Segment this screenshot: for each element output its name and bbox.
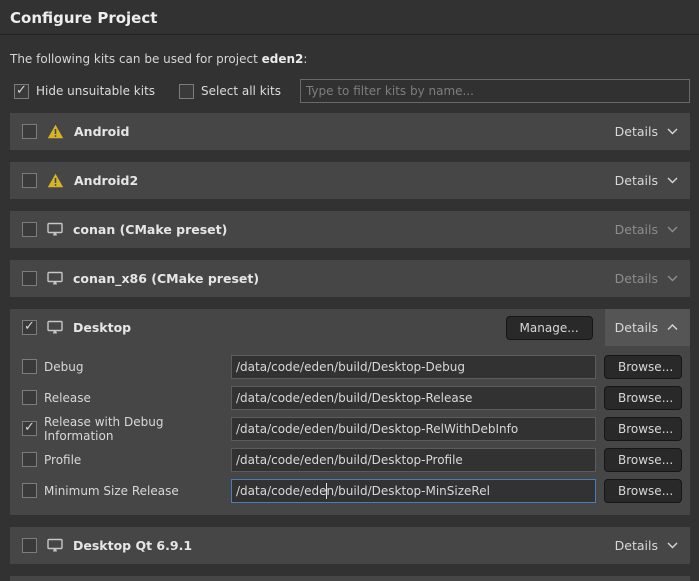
details-label: Details	[615, 222, 658, 237]
build-path-input-relwithdebinfo[interactable]	[231, 417, 596, 441]
build-path-input-debug[interactable]	[231, 355, 596, 379]
project-name: eden2	[262, 52, 304, 66]
chevron-down-icon	[667, 542, 678, 549]
manage-button[interactable]: Manage...	[506, 316, 593, 340]
select-all-kits-label: Select all kits	[201, 84, 281, 98]
kit-name: conan_x86 (CMake preset)	[73, 271, 259, 286]
kit-row-desktop-qt-691: Desktop Qt 6.9.1 Details	[10, 527, 690, 564]
build-row-release: Release Browse...	[22, 382, 682, 413]
hide-unsuitable-kits-checkbox[interactable]	[14, 84, 29, 99]
kit-checkbox-desktop[interactable]	[22, 320, 37, 335]
build-row-debug: Debug Browse...	[22, 351, 682, 382]
build-label: Minimum Size Release	[44, 484, 231, 498]
details-button-conan: Details	[605, 211, 690, 248]
kit-header-desktop: Desktop Manage... Details	[10, 309, 690, 346]
kits-description: The following kits can be used for proje…	[10, 52, 689, 66]
page-title: Configure Project	[10, 9, 689, 27]
kit-name: Android	[74, 124, 130, 139]
build-path-input-release[interactable]	[231, 386, 596, 410]
kit-name: conan (CMake preset)	[73, 222, 227, 237]
kits-description-text: The following kits can be used for proje…	[10, 52, 262, 66]
kit-checkbox-desktop-qt-691[interactable]	[22, 538, 37, 553]
build-checkbox-relwithdebinfo[interactable]	[22, 421, 37, 436]
kit-row-android2: Android2 Details	[10, 162, 690, 199]
details-button-desktop-qt-691[interactable]: Details	[605, 527, 690, 564]
desktop-icon	[47, 271, 63, 286]
kit-name: Android2	[74, 173, 138, 188]
desktop-icon	[47, 222, 63, 237]
kit-header-conan: conan (CMake preset) Details	[10, 211, 690, 248]
build-checkbox-release[interactable]	[22, 390, 37, 405]
build-path-input-minsizerel[interactable]	[231, 479, 596, 503]
details-label: Details	[615, 320, 658, 335]
kit-checkbox-android[interactable]	[22, 124, 37, 139]
build-path-input-profile[interactable]	[231, 448, 596, 472]
build-row-minsizerel: Minimum Size Release Browse...	[22, 475, 682, 506]
kit-header-desktop-qt-691: Desktop Qt 6.9.1 Details	[10, 527, 690, 564]
kit-checkbox-conan[interactable]	[22, 222, 37, 237]
build-label: Release	[44, 391, 231, 405]
hide-unsuitable-kits-label: Hide unsuitable kits	[36, 84, 155, 98]
kit-row-android: Android Details	[10, 113, 690, 150]
chevron-down-icon	[667, 128, 678, 135]
kit-name: Desktop Qt 6.9.1	[73, 538, 192, 553]
details-label: Details	[615, 538, 658, 553]
kit-list: Android Details Android2 Details	[10, 113, 690, 564]
browse-button-relwithdebinfo[interactable]: Browse...	[604, 417, 682, 441]
warning-icon	[47, 173, 64, 188]
desktop-icon	[47, 538, 63, 553]
kit-checkbox-conan-x86[interactable]	[22, 271, 37, 286]
build-row-relwithdebinfo: Release with Debug Information Browse...	[22, 413, 682, 444]
browse-button-profile[interactable]: Browse...	[604, 448, 682, 472]
chevron-up-icon	[667, 324, 678, 331]
details-label: Details	[615, 271, 658, 286]
kit-header-android: Android Details	[10, 113, 690, 150]
details-button-conan-x86: Details	[605, 260, 690, 297]
desktop-icon	[47, 320, 63, 335]
details-label: Details	[615, 173, 658, 188]
chevron-down-icon	[667, 275, 678, 282]
kits-description-colon: :	[303, 52, 307, 66]
kit-checkbox-android2[interactable]	[22, 173, 37, 188]
build-label: Release with Debug Information	[44, 415, 231, 443]
details-button-android2[interactable]: Details	[605, 162, 690, 199]
details-label: Details	[615, 124, 658, 139]
kit-name: Desktop	[73, 320, 131, 335]
build-label: Debug	[44, 360, 231, 374]
kit-row-partial	[10, 576, 690, 581]
browse-button-minsizerel[interactable]: Browse...	[604, 479, 682, 503]
browse-button-release[interactable]: Browse...	[604, 386, 682, 410]
build-checkbox-debug[interactable]	[22, 359, 37, 374]
page-header: Configure Project	[0, 0, 699, 35]
kit-row-conan-x86: conan_x86 (CMake preset) Details	[10, 260, 690, 297]
build-label: Profile	[44, 453, 231, 467]
kit-panel-desktop: Desktop Manage... Details Debug Browse..…	[10, 309, 690, 515]
details-button-desktop[interactable]: Details	[605, 309, 690, 346]
select-all-kits-checkbox-group[interactable]: Select all kits	[179, 84, 281, 99]
browse-button-debug[interactable]: Browse...	[604, 355, 682, 379]
kit-filter-input[interactable]	[300, 79, 690, 103]
warning-icon	[47, 124, 64, 139]
kit-header-android2: Android2 Details	[10, 162, 690, 199]
kit-filter-toolbar: Hide unsuitable kits Select all kits	[14, 79, 690, 103]
hide-unsuitable-kits-checkbox-group[interactable]: Hide unsuitable kits	[14, 84, 155, 99]
details-button-android[interactable]: Details	[605, 113, 690, 150]
desktop-build-configs: Debug Browse... Release Browse... Releas…	[10, 346, 690, 515]
select-all-kits-checkbox[interactable]	[179, 84, 194, 99]
text-caret	[326, 483, 327, 499]
build-checkbox-minsizerel[interactable]	[22, 483, 37, 498]
kit-row-conan: conan (CMake preset) Details	[10, 211, 690, 248]
chevron-down-icon	[667, 177, 678, 184]
build-checkbox-profile[interactable]	[22, 452, 37, 467]
chevron-down-icon	[667, 226, 678, 233]
kit-header-conan-x86: conan_x86 (CMake preset) Details	[10, 260, 690, 297]
build-row-profile: Profile Browse...	[22, 444, 682, 475]
